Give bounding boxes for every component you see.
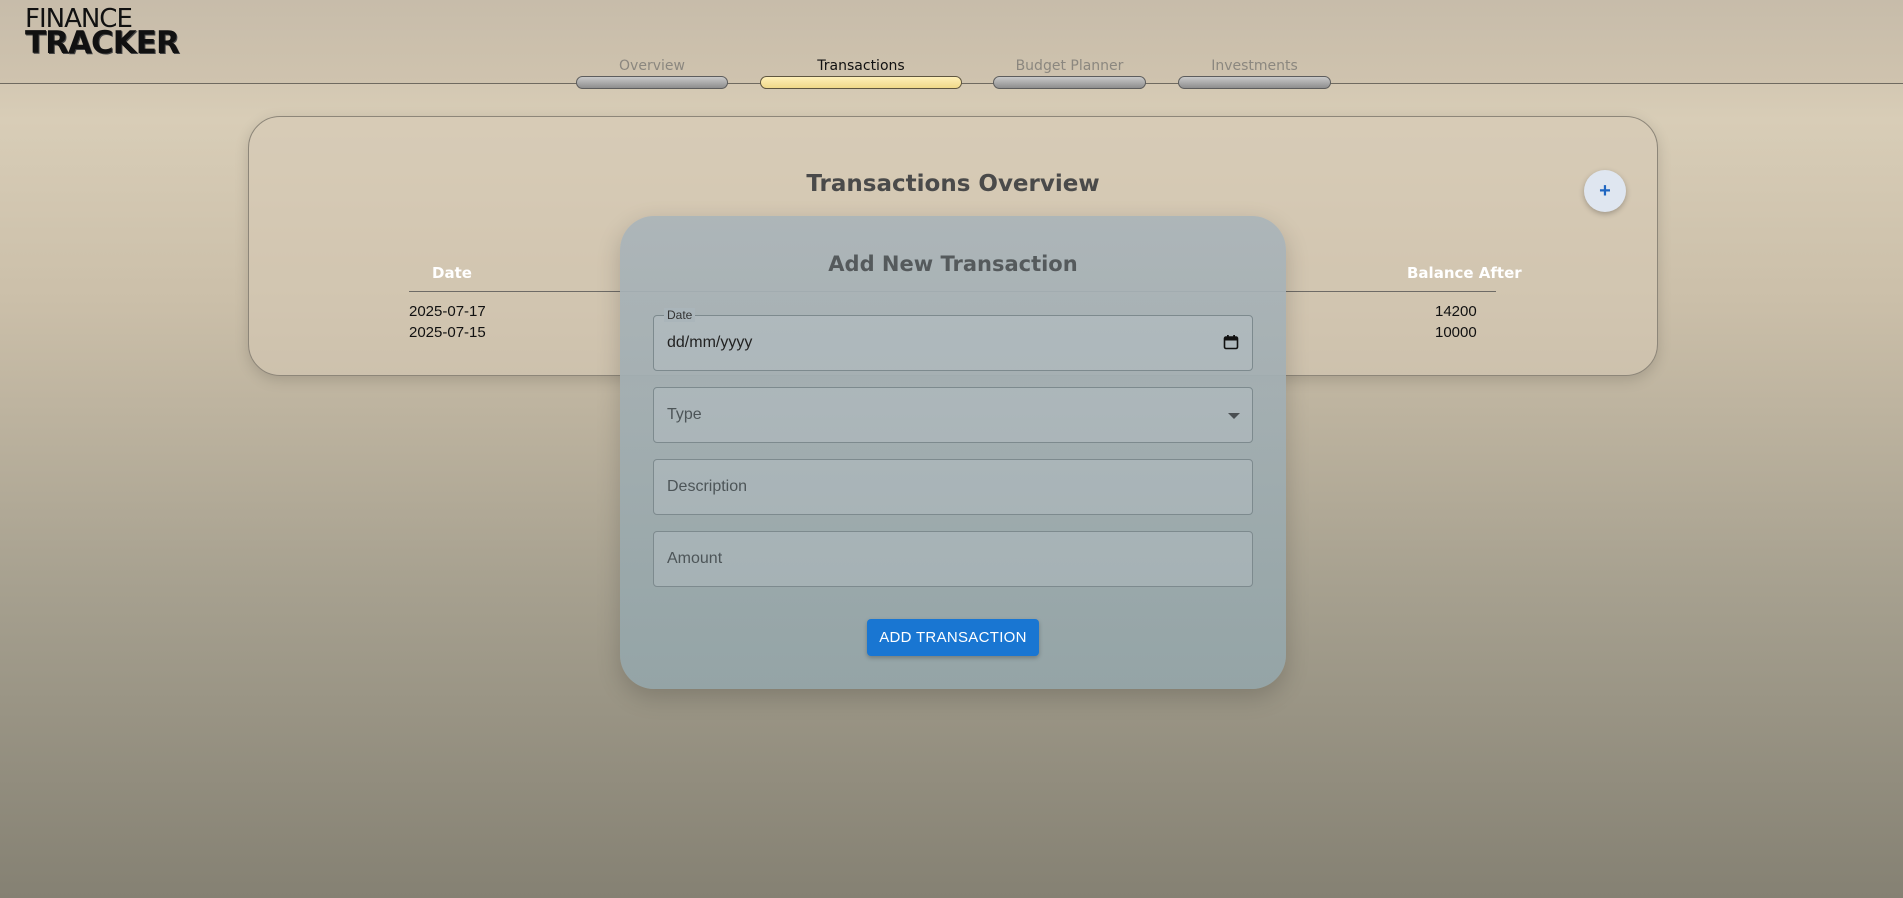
tab-overview-indicator: [576, 76, 728, 89]
row-2-date: 2025-07-15: [409, 324, 486, 341]
transactions-title: Transactions Overview: [806, 171, 1100, 197]
plus-icon: +: [1599, 179, 1611, 202]
type-select[interactable]: Type: [653, 387, 1253, 443]
tab-budget-planner-label: Budget Planner: [1015, 58, 1124, 74]
chevron-down-icon: [1228, 413, 1240, 419]
tab-investments-label: Investments: [1211, 58, 1298, 74]
amount-field[interactable]: Amount: [653, 531, 1253, 587]
tab-transactions-label: Transactions: [817, 58, 905, 74]
row-1-balance: 14200: [1435, 303, 1477, 320]
column-header-date: Date: [432, 264, 472, 282]
column-header-balance-after: Balance After: [1407, 264, 1522, 282]
date-field-value: dd/mm/yyyy: [667, 334, 753, 351]
logo-line-2: TRACKER: [25, 25, 180, 61]
tab-investments[interactable]: Investments: [1178, 58, 1331, 89]
app-logo: FINANCE TRACKER: [25, 6, 180, 61]
tab-budget-planner[interactable]: Budget Planner: [993, 58, 1146, 89]
amount-field-placeholder: Amount: [667, 550, 723, 567]
tab-transactions[interactable]: Transactions: [760, 58, 962, 89]
description-field-placeholder: Description: [667, 478, 748, 495]
modal-title: Add New Transaction: [828, 252, 1078, 276]
tab-investments-indicator: [1178, 76, 1331, 89]
type-select-placeholder: Type: [667, 406, 702, 423]
tab-overview[interactable]: Overview: [576, 58, 728, 89]
calendar-icon[interactable]: [1223, 334, 1239, 350]
tab-budget-planner-indicator: [993, 76, 1146, 89]
add-transaction-modal: Add New Transaction Date dd/mm/yyyy Type…: [620, 216, 1286, 689]
app-header: FINANCE TRACKER Overview Transactions Bu…: [0, 0, 1903, 89]
description-field[interactable]: Description: [653, 459, 1253, 515]
tab-overview-label: Overview: [619, 58, 685, 74]
row-1-date: 2025-07-17: [409, 303, 486, 320]
date-field-label: Date: [664, 308, 696, 322]
add-transaction-button[interactable]: ADD TRANSACTION: [867, 619, 1039, 656]
add-transaction-fab[interactable]: +: [1584, 170, 1626, 212]
tab-transactions-indicator: [760, 76, 962, 89]
row-2-balance: 10000: [1435, 324, 1477, 341]
date-field[interactable]: Date dd/mm/yyyy: [653, 308, 1253, 371]
